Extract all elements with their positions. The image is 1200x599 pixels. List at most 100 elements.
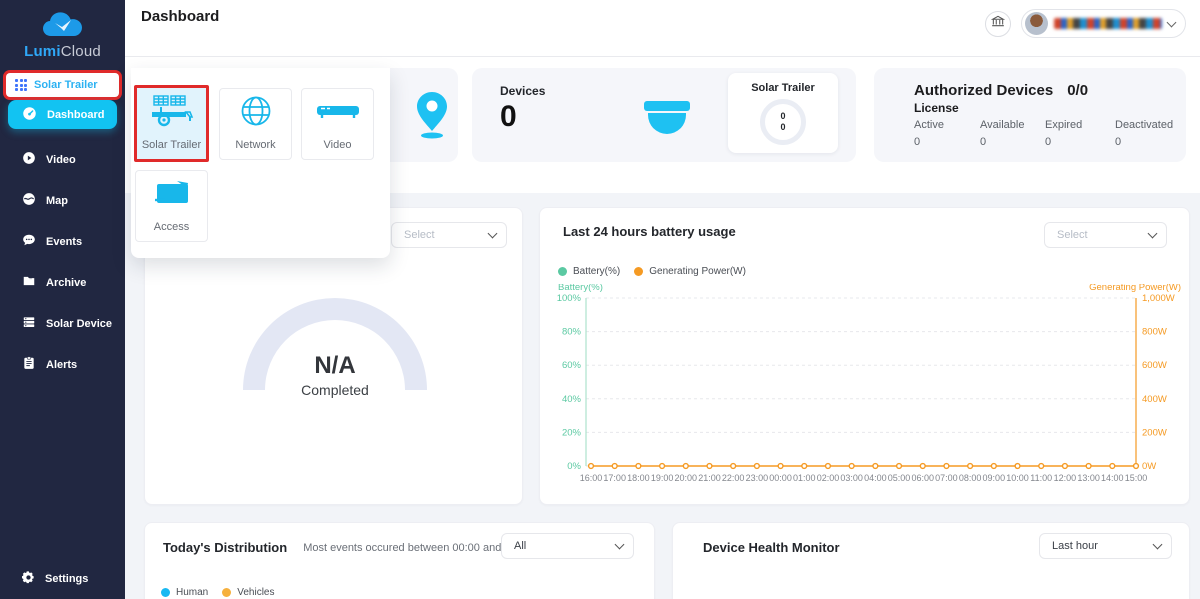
chevron-down-icon [488,229,498,239]
today-filter-select[interactable]: All [501,533,634,559]
license-col-deactivated: Deactivated 0 [1115,119,1181,148]
data-point-marker [991,464,996,469]
x-axis-tick: 09:00 [983,473,1006,483]
legend-label: Vehicles [237,587,274,598]
data-point-marker [1134,464,1139,469]
data-point-marker [731,464,736,469]
right-axis-title: Generating Power(W) [1089,284,1181,293]
alerts-icon [22,356,36,373]
app-tile-label: Video [324,139,352,151]
license-col-label: Deactivated [1115,119,1181,131]
sidebar-item-archive[interactable]: Archive [8,268,117,297]
app-tile-label: Network [235,139,275,151]
x-axis-tick: 08:00 [959,473,982,483]
x-axis-tick: 01:00 [793,473,816,483]
video-recorder-icon [315,89,361,133]
sidebar-item-settings[interactable]: Settings [22,571,88,587]
right-axis-tick: 800W [1142,327,1167,338]
data-point-marker [683,464,688,469]
institution-button[interactable] [985,11,1011,37]
data-point-marker [920,464,925,469]
license-col-label: Expired [1045,119,1115,131]
sidebar-item-label: Solar Device [46,318,112,330]
sidebar-item-label: Map [46,195,68,207]
solar-trailer-box-label: Solar Trailer [728,82,838,94]
gauge-select[interactable]: Select [391,222,507,248]
left-axis-tick: 80% [562,327,582,338]
x-axis-tick: 16:00 [580,473,603,483]
today-select-value: All [514,540,526,552]
data-point-marker [612,464,617,469]
left-axis-tick: 100% [557,293,582,304]
product-switcher-label: Solar Trailer [34,79,98,91]
left-axis-title: Battery(%) [558,284,603,293]
health-period-select[interactable]: Last hour [1039,533,1172,559]
count-top: 0 [780,111,785,122]
x-axis-tick: 22:00 [722,473,745,483]
x-axis-tick: 05:00 [888,473,911,483]
data-point-marker [1063,464,1068,469]
x-axis-tick: 15:00 [1125,473,1148,483]
sidebar-item-map[interactable]: Map [8,186,117,215]
app-tile-solar-trailer[interactable]: Solar Trailer [134,85,209,162]
battery-select[interactable]: Select [1044,222,1167,248]
account-menu[interactable] [1021,9,1186,38]
top-header: Dashboard [125,0,1200,57]
solar-trailer-count-ring: 0 0 [760,99,806,145]
page-title: Dashboard [141,8,219,25]
x-axis-tick: 00:00 [769,473,792,483]
avatar [1025,12,1048,35]
battery-usage-card: Last 24 hours battery usage Select Batte… [539,207,1190,505]
legend-dot [558,267,567,276]
license-col-value: 0 [914,136,980,148]
sidebar-item-alerts[interactable]: Alerts [8,350,117,379]
sidebar-item-label: Dashboard [47,109,104,121]
gauge-select-value: Select [404,229,435,241]
battery-select-value: Select [1057,229,1088,241]
sidebar-item-solar-device[interactable]: Solar Device [8,309,117,338]
sidebar-item-label: Archive [46,277,86,289]
license-col-value: 0 [1115,136,1181,148]
gauge-value: N/A [243,352,427,380]
license-col-available: Available 0 [980,119,1045,148]
sidebar-item-solar-trailer-product[interactable]: Solar Trailer [6,73,119,97]
chevron-down-icon [1148,229,1158,239]
network-globe-icon [239,89,273,133]
right-axis-tick: 1,000W [1142,293,1175,304]
account-email-redacted [1054,18,1162,29]
x-axis-tick: 18:00 [627,473,650,483]
sidebar-item-video[interactable]: Video [8,145,117,174]
battery-card-title: Last 24 hours battery usage [563,224,736,239]
access-icon [152,171,192,215]
app-tile-access[interactable]: Access [135,170,208,242]
data-point-marker [1086,464,1091,469]
right-axis-tick: 0W [1142,461,1156,472]
authorized-devices-card: Authorized Devices 0/0 License Active0Av… [874,68,1186,162]
sidebar-item-label: Video [46,154,76,166]
battery-usage-chart: 100%1,000W80%800W60%600W40%400W20%200W0%… [540,284,1191,499]
app-tile-network[interactable]: Network [219,88,292,160]
right-axis-tick: 200W [1142,427,1167,438]
sidebar-item-dashboard[interactable]: Dashboard [8,100,117,129]
data-point-marker [944,464,949,469]
sidebar-item-events[interactable]: Events [8,227,117,256]
dashboard-page: LumiCloud Solar Trailer Dashboard Video Ma… [0,0,1200,599]
license-col-value: 0 [980,136,1045,148]
data-point-marker [589,464,594,469]
devices-label: Devices [500,84,545,98]
app-logo: LumiCloud [0,0,125,60]
license-col-value: 0 [1045,136,1115,148]
legend-label: Human [176,587,208,598]
dome-camera-icon [644,101,690,137]
chevron-down-icon [615,540,625,550]
legend-item-battery-: Battery(%) [558,266,620,277]
legend-item-human: Human [161,587,208,598]
license-col-label: Active [914,119,980,131]
battery-chart-legend: Battery(%)Generating Power(W) [558,266,746,277]
license-col-label: Available [980,119,1045,131]
data-point-marker [1110,464,1115,469]
data-point-marker [754,464,759,469]
data-point-marker [802,464,807,469]
archive-icon [22,274,36,291]
app-tile-video[interactable]: Video [301,88,374,160]
